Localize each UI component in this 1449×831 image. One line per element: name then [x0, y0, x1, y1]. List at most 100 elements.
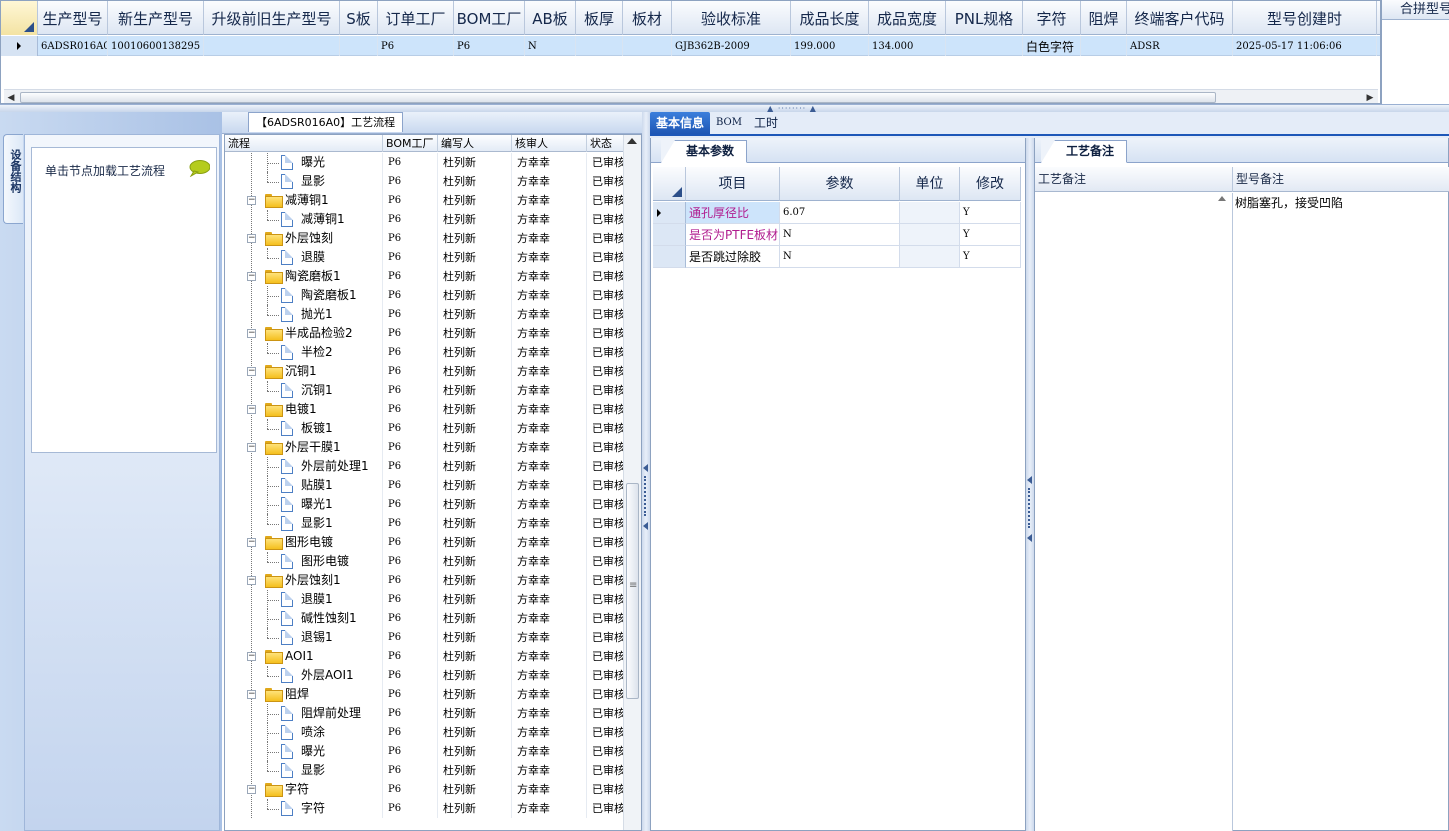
collapse-icon[interactable]: − — [247, 367, 256, 376]
process-flow-vscrollbar[interactable] — [623, 135, 641, 830]
param-row[interactable]: 是否跳过除胶 N Y — [653, 246, 1023, 268]
scrollbar-thumb[interactable] — [20, 92, 1216, 103]
flow-substep-row[interactable]: 图形电镀 P6 杜列新 方幸幸 已审核 — [225, 552, 625, 571]
row-selector[interactable] — [653, 246, 686, 268]
flow-column-header[interactable]: 流程 — [225, 135, 383, 152]
flow-column-header[interactable]: 核审人 — [512, 135, 587, 152]
column-header[interactable]: 生产型号 — [38, 1, 108, 35]
splitter-grip-icon[interactable] — [1028, 488, 1031, 528]
param-value-cell[interactable]: N — [780, 224, 900, 246]
flow-step-row[interactable]: − 图形电镀 P6 杜列新 方幸幸 已审核 — [225, 533, 625, 552]
collapse-left-icon[interactable] — [643, 464, 648, 472]
flow-substep-row[interactable]: 显影 P6 杜列新 方幸幸 已审核 — [225, 172, 625, 191]
column-header[interactable]: 板厚 — [576, 1, 623, 35]
column-header[interactable]: 验收标准 — [672, 1, 791, 35]
param-column-header[interactable]: 参数 — [780, 167, 900, 201]
column-header[interactable]: PNL规格 — [946, 1, 1023, 35]
flow-substep-row[interactable]: 退膜 P6 杜列新 方幸幸 已审核 — [225, 248, 625, 267]
column-header[interactable]: 板材 — [623, 1, 672, 35]
collapse-icon[interactable]: − — [247, 652, 256, 661]
flow-step-row[interactable]: − 字符 P6 杜列新 方幸幸 已审核 — [225, 780, 625, 799]
equipment-structure-tab[interactable]: 设备结构 — [3, 134, 23, 224]
process-note-field[interactable] — [1035, 193, 1233, 831]
collapse-icon[interactable]: − — [247, 690, 256, 699]
column-header[interactable]: 成品长度 — [791, 1, 869, 35]
flow-substep-row[interactable]: 半检2 P6 杜列新 方幸幸 已审核 — [225, 343, 625, 362]
flow-substep-row[interactable]: 喷涂 P6 杜列新 方幸幸 已审核 — [225, 723, 625, 742]
scroll-left-icon[interactable]: ◀ — [5, 92, 17, 103]
collapse-icon[interactable]: − — [247, 785, 256, 794]
collapse-icon[interactable]: − — [247, 234, 256, 243]
flow-substep-row[interactable]: 抛光1 P6 杜列新 方幸幸 已审核 — [225, 305, 625, 324]
navigator-tree[interactable]: 单击节点加载工艺流程 — [31, 147, 217, 453]
collapse-icon[interactable]: − — [247, 272, 256, 281]
process-flow-tree[interactable]: 曝光 P6 杜列新 方幸幸 已审核 显影 P6 杜列新 方幸幸 已审核 − 减薄铜1 P6 杜列新 方幸幸已… — [224, 134, 642, 831]
flow-substep-row[interactable]: 曝光 P6 杜列新 方幸幸 已审核 — [225, 742, 625, 761]
column-header[interactable]: 新生产型号 — [108, 1, 204, 35]
flow-step-row[interactable]: − 沉铜1 P6 杜列新 方幸幸 已审核 — [225, 362, 625, 381]
param-row[interactable]: 通孔厚径比 6.07 Y — [653, 202, 1023, 224]
tab-process-notes[interactable]: 工艺备注 — [1041, 140, 1128, 163]
param-unit-cell[interactable] — [900, 246, 960, 268]
flow-step-row[interactable]: − AOI1 P6 杜列新 方幸幸 已审核 — [225, 647, 625, 666]
collapse-left-icon[interactable] — [1027, 476, 1032, 484]
collapse-left-icon[interactable] — [1027, 534, 1032, 542]
column-header[interactable]: AB板 — [525, 1, 576, 35]
column-header[interactable]: 阻焊 — [1081, 1, 1127, 35]
flow-substep-row[interactable]: 减薄铜1 P6 杜列新 方幸幸 已审核 — [225, 210, 625, 229]
tab-basic-params[interactable]: 基本参数 — [661, 140, 748, 163]
param-edit-cell[interactable]: Y — [960, 224, 1021, 246]
collapse-icon[interactable]: − — [247, 576, 256, 585]
param-value-cell[interactable]: 6.07 — [780, 202, 900, 224]
param-column-header[interactable]: 修改 — [960, 167, 1021, 201]
collapse-icon[interactable]: − — [247, 329, 256, 338]
model-grid-hscrollbar[interactable]: ◀ ▶ — [4, 89, 1378, 103]
tab-work-hours[interactable]: 工时 — [748, 112, 784, 134]
select-all-corner[interactable] — [1, 1, 38, 35]
scroll-up-icon[interactable] — [627, 138, 637, 144]
flow-step-row[interactable]: − 电镀1 P6 杜列新 方幸幸 已审核 — [225, 400, 625, 419]
flow-step-row[interactable]: − 减薄铜1 P6 杜列新 方幸幸 已审核 — [225, 191, 625, 210]
flow-step-row[interactable]: − 阻焊 P6 杜列新 方幸幸 已审核 — [225, 685, 625, 704]
notes-col-model[interactable]: 型号备注 — [1233, 167, 1449, 192]
flow-step-row[interactable]: − 陶瓷磨板1 P6 杜列新 方幸幸 已审核 — [225, 267, 625, 286]
scroll-right-icon[interactable]: ▶ — [1364, 92, 1376, 103]
collapse-icon[interactable]: − — [247, 196, 256, 205]
splitter-grip-icon[interactable]: ▲ ········ ▲ — [760, 105, 824, 113]
splitter-grip-icon[interactable] — [644, 476, 647, 516]
flow-substep-row[interactable]: 曝光1 P6 杜列新 方幸幸 已审核 — [225, 495, 625, 514]
column-header[interactable]: 终端客户代码 — [1127, 1, 1233, 35]
param-column-header[interactable]: 单位 — [900, 167, 960, 201]
flow-substep-row[interactable]: 外层前处理1 P6 杜列新 方幸幸 已审核 — [225, 457, 625, 476]
param-unit-cell[interactable] — [900, 202, 960, 224]
flow-substep-row[interactable]: 碱性蚀刻1 P6 杜列新 方幸幸 已审核 — [225, 609, 625, 628]
param-edit-cell[interactable]: Y — [960, 202, 1021, 224]
flow-step-row[interactable]: − 外层干膜1 P6 杜列新 方幸幸 已审核 — [225, 438, 625, 457]
flow-step-row[interactable]: − 外层蚀刻1 P6 杜列新 方幸幸 已审核 — [225, 571, 625, 590]
collapse-icon[interactable]: − — [247, 405, 256, 414]
flow-substep-row[interactable]: 沉铜1 P6 杜列新 方幸幸 已审核 — [225, 381, 625, 400]
notes-col-process[interactable]: 工艺备注 — [1035, 167, 1233, 192]
flow-step-row[interactable]: − 半成品检验2 P6 杜列新 方幸幸 已审核 — [225, 324, 625, 343]
horizontal-splitter[interactable]: ▲ ········ ▲ — [0, 104, 1449, 113]
column-header[interactable]: 订单工厂 — [378, 1, 454, 35]
column-header[interactable]: 升级前旧生产型号 — [204, 1, 340, 35]
param-unit-cell[interactable] — [900, 224, 960, 246]
flow-substep-row[interactable]: 外层AOI1 P6 杜列新 方幸幸 已审核 — [225, 666, 625, 685]
flow-column-header[interactable]: 编写人 — [438, 135, 512, 152]
flow-substep-row[interactable]: 退锡1 P6 杜列新 方幸幸 已审核 — [225, 628, 625, 647]
tab-basic-info[interactable]: 基本信息 — [650, 112, 711, 134]
column-header[interactable]: BOM工厂 — [454, 1, 525, 35]
flow-substep-row[interactable]: 阻焊前处理 P6 杜列新 方幸幸 已审核 — [225, 704, 625, 723]
row-selector-icon[interactable] — [1, 36, 38, 56]
collapse-left-icon[interactable] — [643, 522, 648, 530]
model-grid-row-selected[interactable]: 6ADSR016A0 10010600138295 P6 P6 N GJB362B-200… — [1, 36, 1380, 56]
flow-substep-row[interactable]: 字符 P6 杜列新 方幸幸 已审核 — [225, 799, 625, 818]
column-header[interactable]: 型号创建时 — [1233, 1, 1377, 35]
collapse-icon[interactable]: − — [247, 538, 256, 547]
scroll-up-icon[interactable] — [1218, 196, 1226, 201]
vertical-splitter-right[interactable] — [1026, 138, 1034, 831]
flow-substep-row[interactable]: 退膜1 P6 杜列新 方幸幸 已审核 — [225, 590, 625, 609]
flow-substep-row[interactable]: 板镀1 P6 杜列新 方幸幸 已审核 — [225, 419, 625, 438]
model-note-field[interactable]: 树脂塞孔，接受凹陷 — [1233, 193, 1449, 831]
